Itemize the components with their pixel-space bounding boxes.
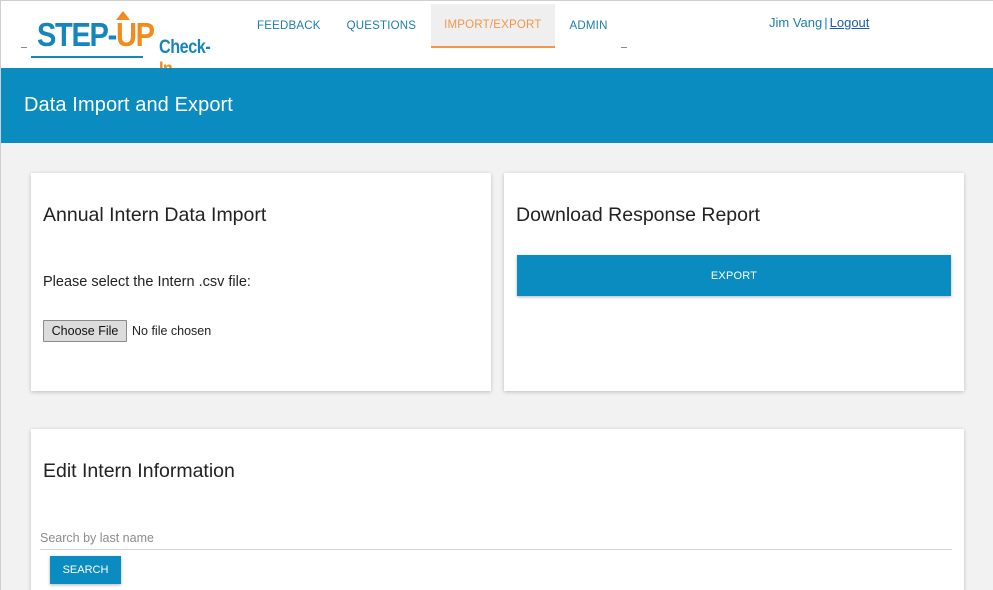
file-status: No file chosen bbox=[132, 324, 212, 338]
divider bbox=[621, 47, 627, 48]
logo-accent-text: UP bbox=[115, 16, 155, 53]
export-button[interactable]: EXPORT bbox=[517, 255, 951, 296]
user-menu: Jim Vang | Logout bbox=[769, 15, 869, 30]
download-card: Download Response Report EXPORT bbox=[504, 173, 964, 391]
logo-subtitle-main: Check- bbox=[159, 37, 211, 58]
divider bbox=[21, 47, 27, 48]
file-picker: Choose File No file chosen bbox=[43, 320, 211, 342]
import-card-title: Annual Intern Data Import bbox=[43, 204, 267, 226]
user-name: Jim Vang bbox=[769, 15, 823, 30]
page-title: Data Import and Export bbox=[24, 94, 233, 116]
logo-main-text: STEP bbox=[37, 16, 109, 53]
tab-admin[interactable]: ADMIN bbox=[559, 4, 619, 48]
search-button[interactable]: SEARCH bbox=[50, 556, 121, 584]
user-separator: | bbox=[824, 15, 828, 30]
tab-questions[interactable]: QUESTIONS bbox=[336, 4, 428, 48]
logout-link[interactable]: Logout bbox=[830, 15, 870, 30]
edit-intern-card: Edit Intern Information SEARCH bbox=[31, 429, 964, 590]
file-prompt: Please select the Intern .csv file: bbox=[43, 274, 251, 290]
logo-wordmark: STEP-UP bbox=[37, 16, 155, 53]
page-header: Data Import and Export bbox=[1, 68, 993, 143]
step-up-checkin-logo[interactable]: STEP-UP Check-In bbox=[31, 11, 231, 80]
last-name-search-input[interactable] bbox=[40, 526, 952, 550]
download-card-title: Download Response Report bbox=[516, 204, 760, 226]
main-nav: FEEDBACK QUESTIONS IMPORT/EXPORT ADMIN bbox=[246, 4, 623, 48]
choose-file-button[interactable]: Choose File bbox=[43, 320, 127, 342]
tab-feedback[interactable]: FEEDBACK bbox=[246, 4, 332, 48]
logo-underline bbox=[31, 56, 143, 58]
top-navbar: STEP-UP Check-In FEEDBACK QUESTIONS IMPO… bbox=[1, 1, 993, 80]
edit-card-title: Edit Intern Information bbox=[43, 460, 235, 482]
tab-import-export[interactable]: IMPORT/EXPORT bbox=[431, 4, 555, 48]
import-card: Annual Intern Data Import Please select … bbox=[31, 173, 491, 391]
